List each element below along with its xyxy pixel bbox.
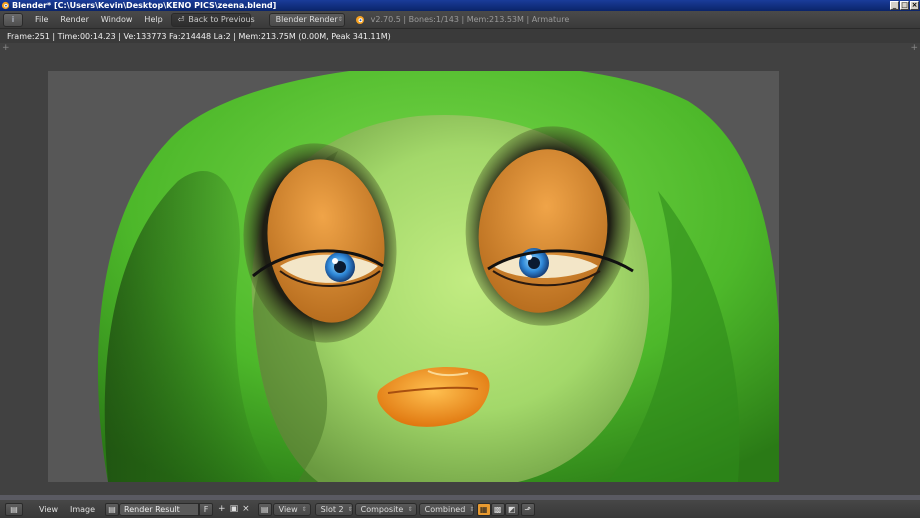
fake-user-label: F <box>203 504 209 514</box>
menu-render[interactable]: Render <box>54 15 94 24</box>
image-browse-icon: ▤ <box>108 504 116 514</box>
render-engine-label: Blender Render <box>275 15 338 24</box>
unlink-image-icon[interactable]: × <box>242 504 250 514</box>
image-only-icon: ◩ <box>507 504 516 514</box>
image-editor-header: ▤ View Image ▤ Render Result F + ▣ × ▤ V… <box>0 500 920 518</box>
layer-label: Composite <box>360 504 404 514</box>
menu-file[interactable]: File <box>29 15 54 24</box>
open-image-icon[interactable]: ▣ <box>230 504 239 514</box>
maximize-button[interactable]: □ <box>900 1 909 10</box>
blender-logo-icon <box>1 1 10 10</box>
view-dropdown[interactable]: View ⇕ <box>272 502 311 516</box>
pass-label: Combined <box>424 504 466 514</box>
checker-alpha-icon: ▦ <box>479 504 488 514</box>
close-button[interactable]: × <box>910 1 919 10</box>
info-header: i File Render Window Help ⏎ Back to Prev… <box>0 11 920 29</box>
editor-type-button[interactable]: ▤ <box>5 502 23 516</box>
region-expand-icon[interactable]: + <box>2 44 10 53</box>
dropdown-arrows-icon: ⇕ <box>407 505 413 513</box>
menu-window[interactable]: Window <box>95 15 139 24</box>
back-to-previous-button[interactable]: ⏎ Back to Previous <box>170 12 255 27</box>
draw-z-buffer-button[interactable]: ⬏ <box>520 502 535 516</box>
slot-label: Slot 2 <box>320 504 344 514</box>
image-editor-area[interactable]: + + <box>0 43 920 495</box>
new-image-icon[interactable]: + <box>218 504 226 514</box>
window-titlebar: Blender* [C:\Users\Kevin\Desktop\KENO PI… <box>0 0 920 11</box>
view-mode-button[interactable]: ▤ <box>257 502 272 516</box>
minimize-button[interactable]: _ <box>890 1 899 10</box>
view-dropdown-label: View <box>278 504 298 514</box>
layer-dropdown[interactable]: Composite ⇕ <box>354 502 417 516</box>
render-result-image[interactable] <box>48 71 779 482</box>
window-title: Blender* [C:\Users\Kevin\Desktop\KENO PI… <box>12 1 277 10</box>
region-expand-icon[interactable]: + <box>910 44 918 53</box>
blender-version-icon <box>355 15 364 24</box>
dropdown-arrows-icon: ⇕ <box>347 505 353 513</box>
image-name-field[interactable]: Render Result <box>119 502 200 516</box>
dropdown-arrows-icon: ⇕ <box>337 16 343 23</box>
image-browse-button[interactable]: ▤ <box>105 502 120 516</box>
rendered-character-image <box>97 71 779 482</box>
back-to-previous-label: Back to Previous <box>188 15 255 24</box>
image-editor-icon: ▤ <box>10 504 18 514</box>
image-name-value: Render Result <box>124 504 180 514</box>
info-icon: i <box>11 15 15 24</box>
render-stats-text: Frame:251 | Time:00:14.23 | Ve:133773 Fa… <box>7 31 391 41</box>
pass-dropdown[interactable]: Combined ⇕ <box>418 502 475 516</box>
image-view-icon: ▤ <box>260 504 269 514</box>
pin-icon: ⬏ <box>524 504 531 514</box>
scene-stats: v2.70.5 | Bones:1/143 | Mem:213.53M | Ar… <box>370 15 570 24</box>
draw-alpha-button[interactable]: ▩ <box>490 502 505 516</box>
slot-dropdown[interactable]: Slot 2 ⇕ <box>314 502 353 516</box>
back-icon: ⏎ <box>177 15 185 24</box>
menu-help[interactable]: Help <box>138 15 168 24</box>
menu-image[interactable]: Image <box>64 505 101 514</box>
dropdown-arrows-icon: ⇕ <box>301 505 307 513</box>
fake-user-button[interactable]: F <box>199 502 214 516</box>
dropdown-arrows-icon: ⇕ <box>469 505 475 513</box>
info-editor-type-button[interactable]: i <box>3 12 23 27</box>
draw-image-color-alpha-button[interactable]: ▦ <box>476 502 491 516</box>
render-info-bar: Frame:251 | Time:00:14.23 | Ve:133773 Fa… <box>0 29 920 43</box>
menu-view[interactable]: View <box>33 505 64 514</box>
checker-icon: ▩ <box>493 504 502 514</box>
render-engine-dropdown[interactable]: Blender Render ⇕ <box>268 12 345 27</box>
draw-image-button[interactable]: ◩ <box>504 502 519 516</box>
